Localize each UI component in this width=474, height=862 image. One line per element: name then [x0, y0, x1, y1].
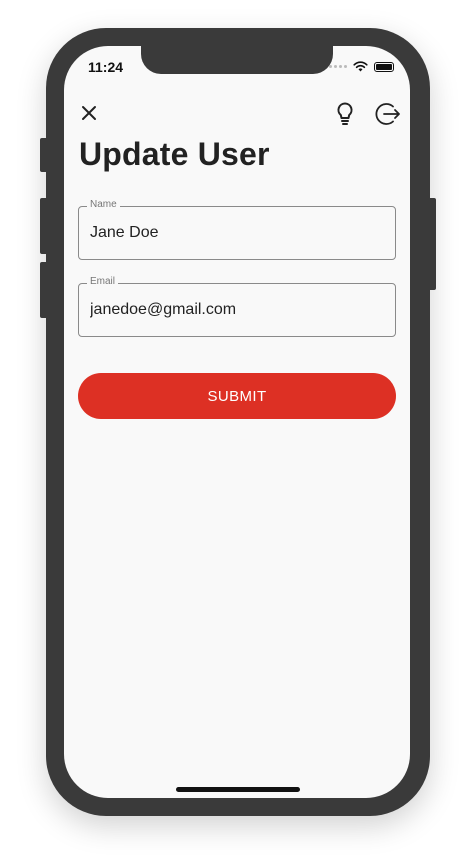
logout-button[interactable]: [375, 101, 401, 127]
page-title: Update User: [79, 136, 270, 172]
signal-icon: [329, 65, 347, 68]
status-icons: [329, 61, 394, 72]
close-button[interactable]: [78, 102, 100, 124]
idea-button[interactable]: [334, 101, 356, 127]
name-field[interactable]: Name: [78, 199, 396, 260]
name-input[interactable]: [90, 207, 385, 259]
email-input[interactable]: [90, 284, 385, 336]
phone-screen: 11:24 Update User Name Email: [64, 46, 410, 798]
lightbulb-icon: [337, 102, 353, 125]
battery-icon: [374, 61, 394, 72]
email-field[interactable]: Email: [78, 276, 396, 337]
home-indicator[interactable]: [176, 787, 300, 792]
wifi-icon: [353, 61, 368, 72]
close-icon: [82, 106, 96, 120]
notch: [141, 46, 333, 74]
submit-button[interactable]: SUBMIT: [78, 373, 396, 419]
logout-icon: [375, 103, 400, 125]
status-time: 11:24: [88, 59, 124, 75]
